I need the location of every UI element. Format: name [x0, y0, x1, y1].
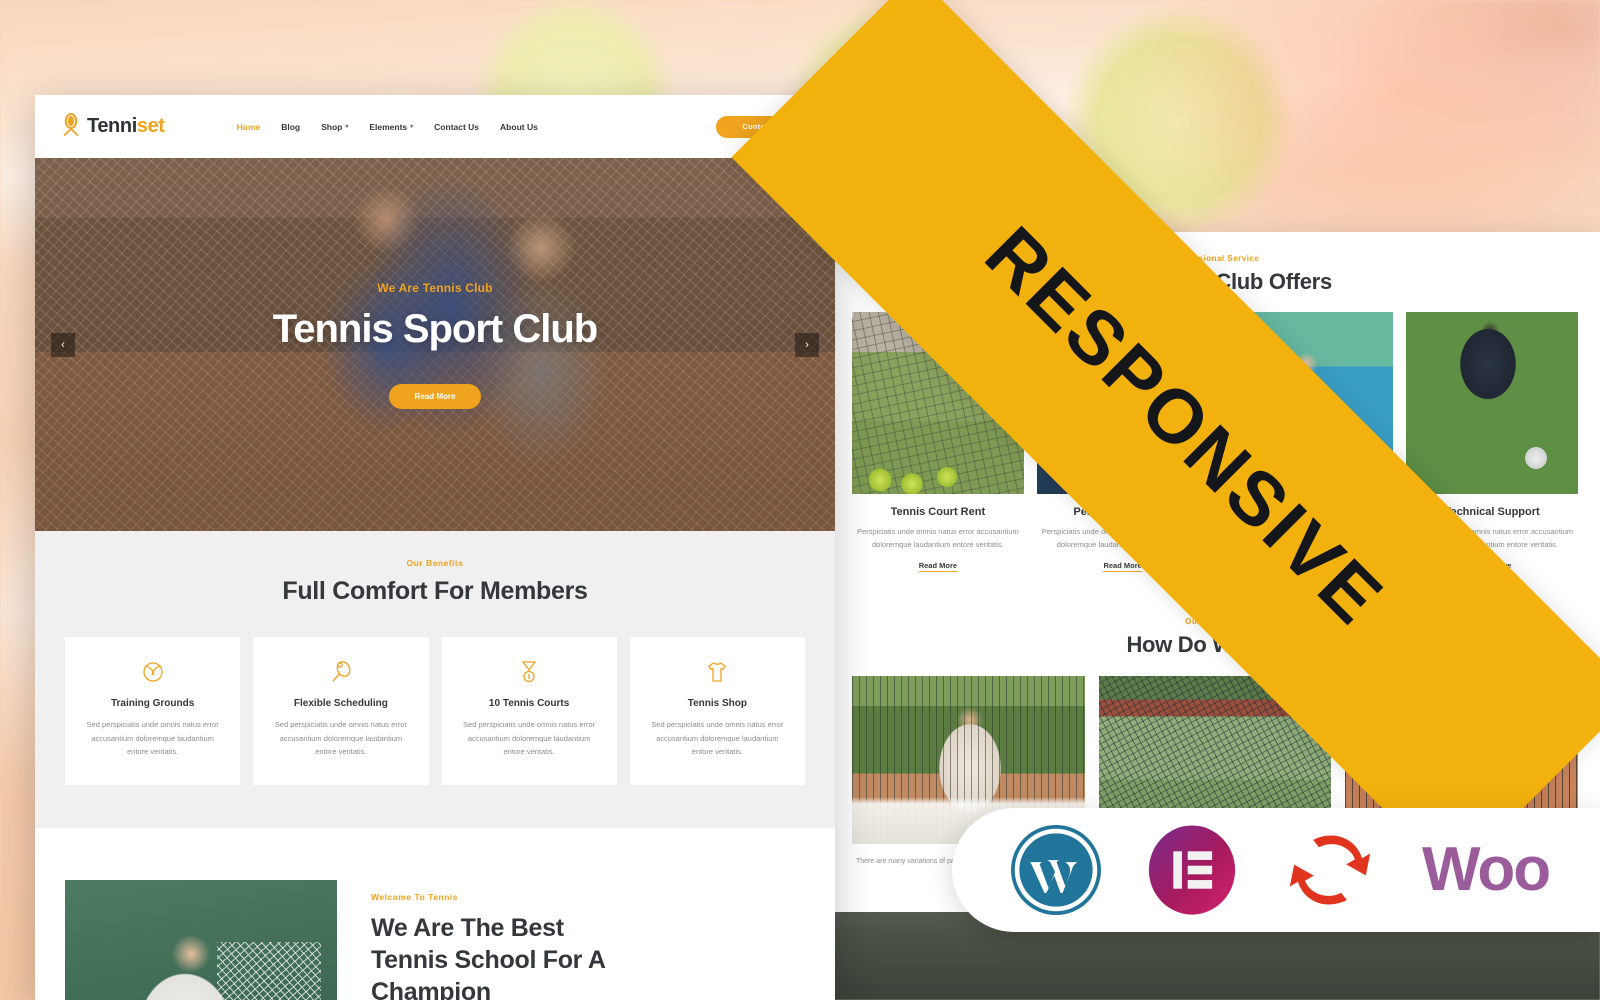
- site-logo[interactable]: Tenniset: [60, 112, 165, 141]
- hero-prev-arrow[interactable]: ‹: [51, 332, 75, 357]
- plugin-badge: Woo: [952, 808, 1600, 932]
- benefit-title: 10 Tennis Courts: [488, 698, 570, 709]
- front-site-preview: Tenniset Home Blog Shop ▾ Elements ▾ Conta…: [35, 95, 835, 1000]
- benefit-title: Tennis Shop: [687, 698, 747, 709]
- site-header: Tenniset Home Blog Shop ▾ Elements ▾ Conta…: [35, 95, 835, 158]
- woocommerce-logo-text: Woo: [1422, 835, 1551, 904]
- logo-text: Tenniset: [87, 115, 165, 137]
- benefits-eyebrow: Our Benefits: [406, 558, 464, 568]
- screenshot-stage: Professional Service Our Tennis Club Off…: [0, 0, 1600, 1000]
- benefit-title: Flexible Scheduling: [293, 698, 388, 709]
- tshirt-icon: [646, 659, 789, 685]
- wordpress-icon: [1010, 824, 1102, 916]
- hero-eyebrow: We Are Tennis Club: [377, 280, 493, 295]
- nav-item-about-us[interactable]: About Us: [500, 122, 538, 132]
- benefits-section: Our Benefits Full Comfort For Members Tr…: [35, 531, 835, 828]
- chevron-down-icon: ▾: [345, 124, 349, 130]
- medal-icon: [458, 659, 601, 685]
- tennis-ball-icon: [81, 659, 224, 685]
- nav-item-home[interactable]: Home: [237, 122, 261, 132]
- benefit-text: Sed perspiciatis unde omnis natus error …: [86, 720, 219, 756]
- benefit-card[interactable]: Flexible Scheduling Sed perspiciatis und…: [253, 637, 429, 785]
- tennis-racket-icon: [269, 659, 412, 685]
- coach-and-child-photo: [65, 879, 337, 1000]
- offer-read-more-link[interactable]: Read More: [918, 561, 958, 572]
- benefit-card[interactable]: 10 Tennis Courts Sed perspiciatis unde o…: [441, 637, 617, 785]
- elementor-icon: [1146, 824, 1238, 916]
- offer-text: Perspiciatis unde omnis natus error accu…: [857, 527, 1019, 549]
- benefit-text: Sed perspiciatis unde omnis natus error …: [463, 720, 596, 756]
- benefits-title: Full Comfort For Members: [282, 577, 588, 605]
- benefit-card[interactable]: Tennis Shop Sed perspiciatis unde omnis …: [629, 637, 805, 785]
- welcome-title: We Are The Best Tennis School For A Cham…: [371, 913, 605, 1000]
- hero-next-arrow[interactable]: ›: [795, 332, 819, 357]
- welcome-section: Welcome To Tennis We Are The Best Tennis…: [35, 827, 835, 1000]
- hero-read-more-button[interactable]: Read More: [388, 383, 482, 409]
- nav-item-elements[interactable]: Elements ▾: [369, 122, 413, 132]
- tennis-ball-racket-logo-icon: [60, 112, 82, 141]
- benefits-grid: Training Grounds Sed perspiciatis unde o…: [65, 637, 805, 785]
- chevron-down-icon: ▾: [410, 124, 414, 130]
- benefit-card[interactable]: Training Grounds Sed perspiciatis unde o…: [65, 637, 241, 785]
- main-nav: Home Blog Shop ▾ Elements ▾ Contact Us Abo…: [237, 122, 538, 132]
- nav-item-contact-us[interactable]: Contact Us: [434, 122, 479, 132]
- benefit-text: Sed perspiciatis unde omnis natus error …: [274, 720, 407, 756]
- racket-stringing-photo: [1406, 312, 1578, 494]
- woocommerce-logo: Woo: [1422, 835, 1551, 904]
- benefit-text: Sed perspiciatis unde omnis natus error …: [651, 720, 784, 756]
- welcome-eyebrow: Welcome To Tennis: [371, 891, 458, 902]
- offer-title: Tennis Court Rent: [890, 506, 986, 518]
- nav-item-shop[interactable]: Shop ▾: [321, 122, 348, 132]
- refresh-updates-icon: [1282, 824, 1378, 916]
- benefit-title: Training Grounds: [110, 698, 195, 709]
- hero-slider: ‹ › We Are Tennis Club Tennis Sport Club…: [35, 158, 835, 531]
- hero-title: Tennis Sport Club: [272, 306, 598, 351]
- nav-item-blog[interactable]: Blog: [281, 122, 300, 132]
